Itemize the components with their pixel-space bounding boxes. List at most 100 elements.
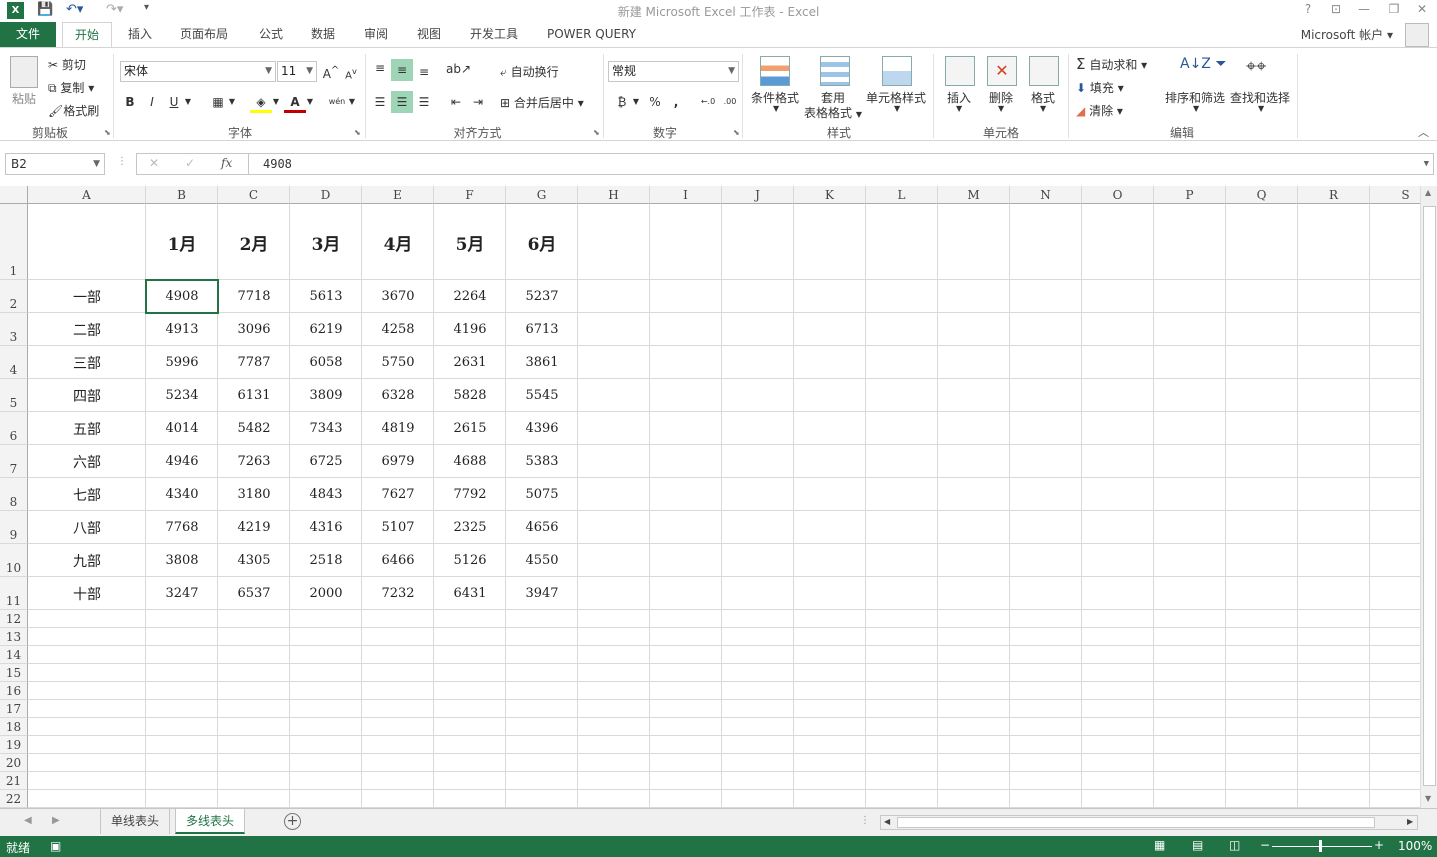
delete-dropdown-icon[interactable]: ▼ <box>998 104 1004 113</box>
fill-color-dropdown-icon[interactable]: ▼ <box>270 91 282 113</box>
data-cell[interactable]: 3809 <box>290 379 362 412</box>
row-header-8[interactable]: 8 <box>0 478 28 511</box>
phonetic-dropdown-icon[interactable]: ▼ <box>346 91 358 113</box>
italic-button[interactable]: I <box>141 91 163 113</box>
row-header-11[interactable]: 11 <box>0 577 28 610</box>
row-header-22[interactable]: 22 <box>0 790 28 808</box>
data-cell[interactable]: 5383 <box>506 445 578 478</box>
data-cell[interactable]: 5126 <box>434 544 506 577</box>
data-cell[interactable]: 6431 <box>434 577 506 610</box>
row-header-3[interactable]: 3 <box>0 313 28 346</box>
data-cell[interactable]: 4688 <box>434 445 506 478</box>
border-dropdown-icon[interactable]: ▼ <box>226 91 238 113</box>
data-cell[interactable]: 7718 <box>218 280 290 313</box>
underline-dropdown-icon[interactable]: ▼ <box>182 91 194 113</box>
column-header-k[interactable]: K <box>794 186 866 204</box>
number-format-select[interactable]: 常规 ▼ <box>608 61 739 82</box>
row-header-4[interactable]: 4 <box>0 346 28 379</box>
account-menu[interactable]: Microsoft 帐户 ▾ <box>1301 26 1393 43</box>
comma-button[interactable]: , <box>665 91 687 113</box>
data-cell[interactable]: 6466 <box>362 544 434 577</box>
page-layout-view-icon[interactable]: ▤ <box>1192 838 1203 852</box>
column-header-n[interactable]: N <box>1010 186 1082 204</box>
zoom-slider[interactable] <box>1272 846 1372 847</box>
formula-input[interactable]: 4908 ▼ <box>248 153 1434 175</box>
scroll-up-icon[interactable]: ▲ <box>1425 188 1431 197</box>
column-header-g[interactable]: G <box>506 186 578 204</box>
data-cell[interactable]: 6979 <box>362 445 434 478</box>
sheet-tab-single[interactable]: 单线表头 <box>100 809 171 834</box>
insert-cells-icon[interactable] <box>945 56 975 86</box>
decrease-indent-icon[interactable]: ⇤ <box>445 91 467 113</box>
data-cell[interactable]: 4843 <box>290 478 362 511</box>
data-cell[interactable]: 6131 <box>218 379 290 412</box>
data-cell[interactable]: 7792 <box>434 478 506 511</box>
select-all-corner[interactable] <box>0 186 28 204</box>
format-as-table-button-line2[interactable]: 表格格式 ▼ <box>804 104 862 121</box>
data-cell[interactable]: 4258 <box>362 313 434 346</box>
scroll-right-icon[interactable]: ▶ <box>1407 817 1413 826</box>
data-cell[interactable]: 4913 <box>146 313 218 346</box>
data-cell[interactable]: 5545 <box>506 379 578 412</box>
conditional-format-dropdown-icon[interactable]: ▼ <box>773 104 779 113</box>
zoom-level[interactable]: 100% <box>1398 839 1432 853</box>
data-cell[interactable]: 5107 <box>362 511 434 544</box>
page-break-view-icon[interactable]: ◫ <box>1229 838 1240 852</box>
header-cell[interactable] <box>28 204 146 280</box>
phonetic-guide-icon[interactable]: wén <box>326 91 348 113</box>
data-cell[interactable]: 2325 <box>434 511 506 544</box>
data-cell[interactable]: 4819 <box>362 412 434 445</box>
data-cell[interactable]: 4316 <box>290 511 362 544</box>
cut-button[interactable]: ✂ 剪切 <box>48 56 86 73</box>
scroll-left-icon[interactable]: ◀ <box>884 817 890 826</box>
avatar[interactable] <box>1405 23 1429 47</box>
horizontal-scroll-thumb[interactable] <box>897 817 1375 828</box>
align-top-icon[interactable]: ≡ <box>369 57 391 79</box>
dept-cell[interactable]: 八部 <box>28 511 146 544</box>
align-bottom-icon[interactable]: ≡ <box>413 61 435 83</box>
decrease-decimal-icon[interactable]: .00 <box>719 91 741 113</box>
column-header-s[interactable]: S <box>1370 186 1420 204</box>
data-cell[interactable]: 2631 <box>434 346 506 379</box>
increase-decimal-icon[interactable]: ←.0 <box>697 91 719 113</box>
data-cell[interactable]: 4946 <box>146 445 218 478</box>
column-header-p[interactable]: P <box>1154 186 1226 204</box>
column-header-e[interactable]: E <box>362 186 434 204</box>
vertical-scroll-thumb[interactable] <box>1423 206 1436 786</box>
tab-split-grip-icon[interactable]: ⋮ <box>860 815 870 826</box>
header-cell[interactable]: 3月 <box>290 204 362 280</box>
data-cell[interactable]: 4908 <box>145 279 219 314</box>
row-header-12[interactable]: 12 <box>0 610 28 628</box>
macro-record-icon[interactable]: ▣ <box>50 839 61 853</box>
data-cell[interactable]: 2264 <box>434 280 506 313</box>
data-cell[interactable]: 2000 <box>290 577 362 610</box>
font-name-select[interactable]: 宋体 ▼ <box>120 61 276 82</box>
data-cell[interactable]: 7232 <box>362 577 434 610</box>
wrap-text-button[interactable]: ⤶ 自动换行 <box>500 63 559 80</box>
worksheet-grid[interactable]: A B C D E F G H I J K L M N O P Q R S 1 2 3 4 5 6 7 8 9 10 11 12 13 14 15… <box>0 186 1420 808</box>
cell-styles-icon[interactable] <box>882 56 912 86</box>
number-launcher-icon[interactable]: ⬊ <box>733 128 740 137</box>
data-cell[interactable]: 4305 <box>218 544 290 577</box>
font-launcher-icon[interactable]: ⬊ <box>354 128 361 137</box>
data-cell[interactable]: 3180 <box>218 478 290 511</box>
column-header-i[interactable]: I <box>650 186 722 204</box>
header-cell[interactable]: 4月 <box>362 204 434 280</box>
row-header-19[interactable]: 19 <box>0 736 28 754</box>
column-header-h[interactable]: H <box>578 186 650 204</box>
data-cell[interactable]: 3247 <box>146 577 218 610</box>
scroll-down-icon[interactable]: ▼ <box>1425 794 1431 803</box>
formula-bar-grip-icon[interactable]: ⋮ <box>117 156 127 167</box>
data-cell[interactable]: 7768 <box>146 511 218 544</box>
data-cell[interactable]: 3861 <box>506 346 578 379</box>
data-cell[interactable]: 6058 <box>290 346 362 379</box>
column-header-a[interactable]: A <box>28 186 146 204</box>
clear-button[interactable]: ◢ 清除 ▾ <box>1076 102 1123 119</box>
align-left-icon[interactable]: ☰ <box>369 91 391 113</box>
dept-cell[interactable]: 三部 <box>28 346 146 379</box>
dept-cell[interactable]: 七部 <box>28 478 146 511</box>
column-header-r[interactable]: R <box>1298 186 1370 204</box>
merge-center-button[interactable]: ⊞ 合并后居中 ▾ <box>500 94 584 111</box>
tab-file[interactable]: 文件 <box>0 22 56 47</box>
ribbon-display-button[interactable]: ⊡ <box>1325 2 1347 20</box>
